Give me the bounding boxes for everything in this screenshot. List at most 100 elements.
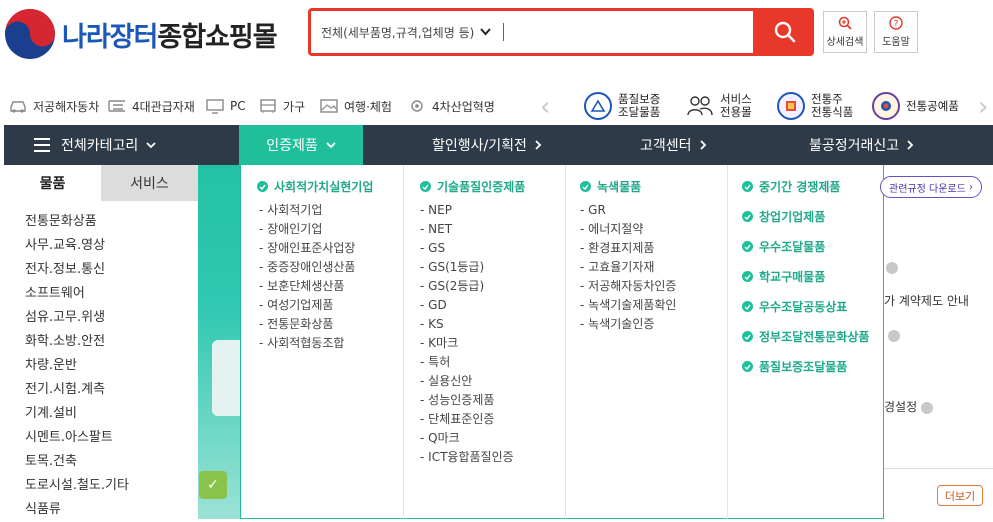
check-badge-icon[interactable]: ✓	[199, 471, 227, 499]
shortcut-4th-industry[interactable]: 4차산업혁명	[407, 88, 495, 124]
menu-item-label: 특허	[428, 355, 451, 369]
banner-card	[212, 340, 240, 416]
menu-heading[interactable]: 녹색물품	[580, 178, 641, 195]
chevron-right-icon[interactable]: ›	[978, 92, 988, 122]
menu-heading[interactable]: 정부조달전통문화상품	[742, 328, 869, 345]
menu-item[interactable]: - ICT융합품질인증	[420, 448, 514, 467]
search-button[interactable]	[756, 8, 814, 56]
shortcut-label: 여행·체험	[344, 99, 392, 114]
tab-services[interactable]: 서비스	[101, 165, 198, 201]
menu-heading[interactable]: 창업기업제품	[742, 208, 825, 225]
chevron-left-icon[interactable]: ‹	[540, 92, 550, 122]
category-item[interactable]: 기계.설비	[25, 402, 198, 426]
menu-heading-label: 학교구매물품	[759, 270, 826, 284]
menu-item[interactable]: - K마크	[420, 334, 458, 353]
chevron-right-icon	[907, 140, 914, 150]
menu-heading[interactable]: 품질보증조달물품	[742, 358, 847, 375]
category-item[interactable]: 토목.건축	[25, 450, 198, 474]
site-logo[interactable]: 나라장터종합쇼핑몰	[4, 6, 294, 62]
contract-guide-text[interactable]: 가 계약제도 안내	[884, 292, 969, 309]
menu-item[interactable]: - 장애인표준사업장	[259, 239, 355, 258]
menu-item[interactable]: - GR	[580, 201, 606, 220]
advanced-search-button[interactable]: 상세검색	[823, 11, 867, 53]
rules-download-button[interactable]: 관련규정 다운로드 ›	[880, 176, 982, 198]
category-item[interactable]: 시멘트.아스팔트	[25, 426, 198, 450]
menu-item[interactable]: - GD	[420, 296, 447, 315]
menu-heading[interactable]: 학교구매물품	[742, 268, 825, 285]
menu-heading[interactable]: 우수조달물품	[742, 238, 825, 255]
menu-item[interactable]: - 보훈단체생산품	[259, 277, 344, 296]
menu-item[interactable]: - 사회적기업	[259, 201, 322, 220]
menu-item[interactable]: - NEP	[420, 201, 452, 220]
category-item[interactable]: 사무.교육.영상	[25, 234, 198, 258]
menu-item[interactable]: - 특허	[420, 353, 450, 372]
help-button[interactable]: ? 도움말	[874, 11, 918, 53]
menu-item[interactable]: - NET	[420, 220, 452, 239]
category-item[interactable]: 화학.소방.안전	[25, 330, 198, 354]
service-traditional-crafts[interactable]: 전통공예품	[872, 88, 959, 124]
all-categories-button[interactable]: 전체카테고리	[34, 125, 156, 165]
menu-item[interactable]: - 실용신안	[420, 372, 472, 391]
settings-text[interactable]: 경설정	[884, 398, 934, 415]
menu-item[interactable]: - 저공해자동차인증	[580, 277, 676, 296]
shortcut-materials[interactable]: 4대관급자재	[107, 88, 195, 124]
menu-item[interactable]: - 녹색기술인증	[580, 315, 654, 334]
search-input[interactable]	[510, 17, 753, 47]
category-item[interactable]: 소프트웨어	[25, 282, 198, 306]
menu-item[interactable]: - GS(1등급)	[420, 258, 484, 277]
category-item[interactable]: 도로시설.철도.기타	[25, 474, 198, 498]
menu-item[interactable]: - 환경표지제품	[580, 239, 654, 258]
help-label: 도움말	[882, 37, 910, 48]
nav-customer-center[interactable]: 고객센터	[640, 125, 707, 165]
menu-item[interactable]: - 에너지절약	[580, 220, 643, 239]
shortcut-pc[interactable]: PC	[205, 88, 246, 124]
category-item[interactable]: 식품류	[25, 498, 198, 522]
category-item[interactable]: 전기.시험.계측	[25, 378, 198, 402]
menu-item[interactable]: - 성능인증제품	[420, 391, 494, 410]
shortcut-furniture[interactable]: 가구	[258, 88, 305, 124]
service-quality-goods[interactable]: 품질보증 조달물품	[584, 88, 660, 124]
menu-item[interactable]: - 단체표준인증	[420, 410, 494, 429]
menu-heading[interactable]: 중기간 경쟁제품	[742, 178, 840, 195]
nav-unfair-trade-report[interactable]: 불공정거래신고	[809, 125, 914, 165]
shortcut-row: 저공해자동차 4대관급자재 PC 가구 여행·체험 4차산업혁명 ‹ 품질보증 조…	[0, 88, 993, 124]
menu-item[interactable]: - 중증장애인생산품	[259, 258, 355, 277]
menu-item[interactable]: - Q마크	[420, 429, 460, 448]
check-circle-icon	[742, 271, 753, 282]
question-icon: ?	[889, 16, 903, 30]
category-item[interactable]: 차량.운반	[25, 354, 198, 378]
tab-goods[interactable]: 물품	[4, 165, 101, 201]
shortcut-travel[interactable]: 여행·체험	[319, 88, 392, 124]
menu-item[interactable]: - GS	[420, 239, 445, 258]
category-item[interactable]: 섬유.고무.위생	[25, 306, 198, 330]
menu-item[interactable]: - 장애인기업	[259, 220, 322, 239]
category-item[interactable]: 전통문화상품	[25, 210, 198, 234]
menu-heading[interactable]: 사회적가치실현기업	[257, 178, 373, 195]
menu-item[interactable]: - 전통문화상품	[259, 315, 333, 334]
menu-item-label: 녹색기술인증	[588, 317, 655, 331]
menu-item[interactable]: - GS(2등급)	[420, 277, 484, 296]
menu-item[interactable]: - 녹색기술제품확인	[580, 296, 676, 315]
menu-heading[interactable]: 기술품질인증제품	[420, 178, 525, 195]
menu-item-label: 장애인표준사업장	[267, 241, 356, 255]
menu-item[interactable]: - KS	[420, 315, 444, 334]
search-scope-select[interactable]: 전체(세부품명,규격,업체명 등)	[321, 24, 474, 41]
menu-item[interactable]: - 여성기업제품	[259, 296, 333, 315]
service-mall[interactable]: 서비스 전용몰	[686, 88, 752, 124]
nav-certified-products[interactable]: 인증제품	[239, 125, 363, 165]
service-traditional-liquor[interactable]: 전통주 전통식품	[777, 88, 853, 124]
search-box: 전체(세부품명,규격,업체명 등)	[308, 8, 756, 56]
advanced-search-label: 상세검색	[826, 37, 864, 48]
category-item[interactable]: 전자.정보.통신	[25, 258, 198, 282]
menu-item[interactable]: - 사회적협동조합	[259, 334, 344, 353]
shortcut-eco-car[interactable]: 저공해자동차	[8, 88, 99, 124]
nav-events[interactable]: 할인행사/기획전	[432, 125, 542, 165]
divider	[884, 468, 993, 469]
menu-item[interactable]: - 고효율기자재	[580, 258, 654, 277]
monitor-icon	[206, 99, 224, 114]
chevron-down-icon[interactable]	[480, 25, 492, 39]
more-button[interactable]: 더보기	[937, 485, 983, 506]
shortcut-label: 4차산업혁명	[432, 99, 495, 114]
menu-item-label: 고효율기자재	[588, 260, 655, 274]
menu-heading[interactable]: 우수조달공동상표	[742, 298, 847, 315]
